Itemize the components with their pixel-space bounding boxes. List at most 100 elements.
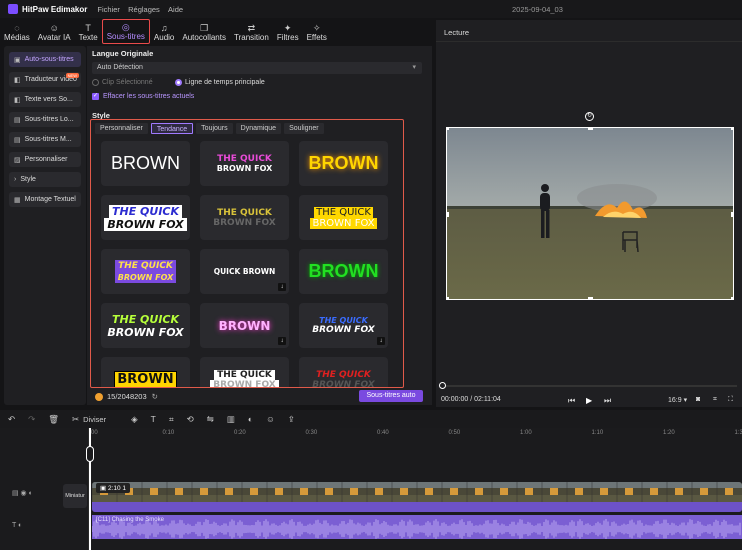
resize-handle[interactable]	[731, 128, 733, 130]
skip-forward-icon[interactable]: ⏭	[604, 396, 611, 406]
sidebar-item-icon: ▤	[14, 136, 21, 144]
resize-handle[interactable]	[588, 128, 593, 130]
style-preview-text: THE QUICK BROWN FOX	[104, 204, 187, 231]
video-frame[interactable]	[446, 127, 734, 300]
video-clip[interactable]	[92, 482, 742, 512]
skip-back-icon[interactable]: ⏮	[568, 396, 575, 406]
style-card[interactable]: THE QUICK BROWN FOX	[101, 195, 190, 240]
resize-handle[interactable]	[588, 297, 593, 299]
language-select[interactable]: Auto Détection ▾	[92, 62, 422, 74]
menu-reglages[interactable]: Réglages	[128, 5, 160, 14]
speed-icon[interactable]: ◐	[248, 414, 253, 424]
toolbar-effets[interactable]: ✧ Effets	[303, 19, 331, 44]
style-line-2: BROWN FOX	[114, 272, 177, 283]
radio-main-timeline[interactable]: Ligne de temps principale	[175, 79, 265, 86]
shield-icon[interactable]: ◈	[131, 414, 138, 425]
audio-track-controls[interactable]: T ◐	[12, 522, 22, 529]
style-card[interactable]: THE QUICK BROWN FOX	[101, 249, 190, 294]
sidebar-item[interactable]: ◧ Texte vers So...	[9, 92, 81, 107]
subtitle-track[interactable]: [C11] Chasing the Smoke	[91, 515, 742, 539]
undo-icon[interactable]: ↶	[8, 414, 15, 425]
style-card[interactable]: BROWN	[299, 249, 388, 294]
menu-aide[interactable]: Aide	[168, 5, 183, 14]
toolbar-soustitres[interactable]: ◎ Sous-titres	[101, 19, 150, 44]
toolbar-medias[interactable]: ◌ Médias	[0, 19, 34, 44]
thumbnail-button[interactable]: Miniatur	[63, 484, 87, 508]
style-preview-text: THE QUICK BROWN FOX	[213, 208, 275, 228]
style-preview-text: THE QUICK BROWN FOX	[217, 154, 273, 173]
play-icon[interactable]: ▶	[586, 396, 592, 405]
rotate-tool-icon[interactable]: ⟲	[187, 414, 194, 425]
sidebar-item[interactable]: ▣ Auto-sous-titres	[9, 52, 81, 67]
delete-icon[interactable]: 🗑	[48, 414, 59, 425]
auto-subtitles-button[interactable]: Sous-titres auto	[359, 390, 423, 402]
crop-tool-icon[interactable]: ⌗	[169, 414, 174, 425]
export-icon[interactable]: ⇪	[288, 414, 295, 425]
app-window: HitPaw Edimakor Fichier Réglages Aide 20…	[0, 0, 742, 550]
style-card[interactable]: THE QUICK BROWN FOX	[200, 357, 289, 387]
progress-knob[interactable]	[439, 382, 446, 389]
sidebar-item[interactable]: ◧ Traducteur vidéo NEW	[9, 72, 81, 87]
sidebar-item[interactable]: › Style	[9, 172, 81, 187]
resize-handle[interactable]	[731, 297, 733, 299]
style-card[interactable]: BROWN	[101, 357, 190, 387]
redo-icon[interactable]: ↷	[28, 414, 35, 425]
text-tool-icon[interactable]: T	[151, 414, 156, 424]
style-card[interactable]: BROWN ↓	[200, 303, 289, 348]
toolbar-filtres[interactable]: ✦ Filtres	[273, 19, 303, 44]
camera-icon[interactable]: ◙	[696, 396, 700, 403]
download-icon[interactable]: ↓	[377, 337, 385, 345]
playback-progress[interactable]	[439, 382, 737, 389]
style-tab[interactable]: Souligner	[284, 123, 324, 134]
style-card[interactable]: THE QUICK BROWN FOX	[101, 303, 190, 348]
style-card[interactable]: BROWN	[299, 141, 388, 186]
audio-wave-icon[interactable]: ▥	[227, 414, 235, 425]
toolbar-audio[interactable]: ♫ Audio	[150, 19, 178, 44]
download-icon[interactable]: ↓	[278, 283, 286, 291]
style-line-2: BROWN FOX	[104, 217, 187, 231]
resize-handle[interactable]	[447, 297, 449, 299]
crop-icon[interactable]: ⌗	[713, 396, 717, 404]
menu-fichier[interactable]: Fichier	[97, 5, 120, 14]
style-card[interactable]: THE QUICK BROWN FOX	[299, 195, 388, 240]
style-line-1: THE QUICK	[217, 207, 272, 218]
sidebar-item[interactable]: ▤ Sous-titres Lo...	[9, 112, 81, 127]
resize-handle[interactable]	[731, 212, 733, 217]
refresh-icon[interactable]: ↻	[152, 392, 158, 401]
playhead-handle[interactable]	[86, 446, 94, 462]
subtitle-caption: [C11] Chasing the Smoke	[96, 517, 164, 523]
sidebar-item[interactable]: ▦ Montage Textuel	[9, 192, 81, 207]
style-card[interactable]: BROWN	[101, 141, 190, 186]
rotate-handle-icon[interactable]: ↻	[585, 112, 594, 121]
split-button[interactable]: Diviser	[83, 415, 106, 424]
time-ruler[interactable]: 00 0:10 0:20 0:30 0:40 0:50 1:00 1:10 1:20 1:30	[89, 428, 742, 442]
toolbar-avatar[interactable]: ☺ Avatar IA	[34, 19, 75, 44]
clear-subtitles-checkbox[interactable]: ✓ Effacer les sous-titres actuels	[92, 93, 194, 100]
toolbar-texte[interactable]: T Texte	[75, 19, 102, 44]
resize-handle[interactable]	[447, 128, 449, 130]
style-card[interactable]: THE QUICK BROWN FOX	[299, 357, 388, 387]
style-tab[interactable]: Personnaliser	[95, 123, 148, 134]
scissors-icon[interactable]: ✂	[72, 414, 79, 425]
sidebar-item[interactable]: ▤ Sous-titres M...	[9, 132, 81, 147]
resize-handle[interactable]	[447, 212, 449, 217]
style-tab[interactable]: Tendance	[150, 123, 194, 134]
face-icon[interactable]: ☺	[266, 414, 275, 424]
aspect-ratio-select[interactable]: 16:9 ▾	[668, 396, 687, 404]
style-tab[interactable]: Dynamique	[235, 123, 282, 134]
download-icon[interactable]: ↓	[278, 337, 286, 345]
style-tab[interactable]: Toujours	[196, 123, 233, 134]
style-card[interactable]: THE QUICK BROWN FOX ↓	[299, 303, 388, 348]
toolbar-autocollants[interactable]: ❒ Autocollants	[178, 19, 230, 44]
style-card[interactable]: QUICK BROWN ↓	[200, 249, 289, 294]
style-card[interactable]: THE QUICK BROWN FOX	[200, 141, 289, 186]
aspect-ratio-value: 16:9	[668, 397, 682, 404]
playhead[interactable]	[86, 428, 94, 550]
fullscreen-icon[interactable]: ⛶	[728, 396, 733, 404]
sidebar-item[interactable]: ▨ Personnaliser	[9, 152, 81, 167]
style-card[interactable]: THE QUICK BROWN FOX	[200, 195, 289, 240]
radio-clip-selected[interactable]: Clip Sélectionné	[92, 79, 153, 86]
video-track-controls[interactable]: ▤ ◉ ◐	[12, 489, 33, 497]
toolbar-transition[interactable]: ⇄ Transition	[230, 19, 273, 44]
mirror-icon[interactable]: ⇋	[207, 414, 214, 425]
